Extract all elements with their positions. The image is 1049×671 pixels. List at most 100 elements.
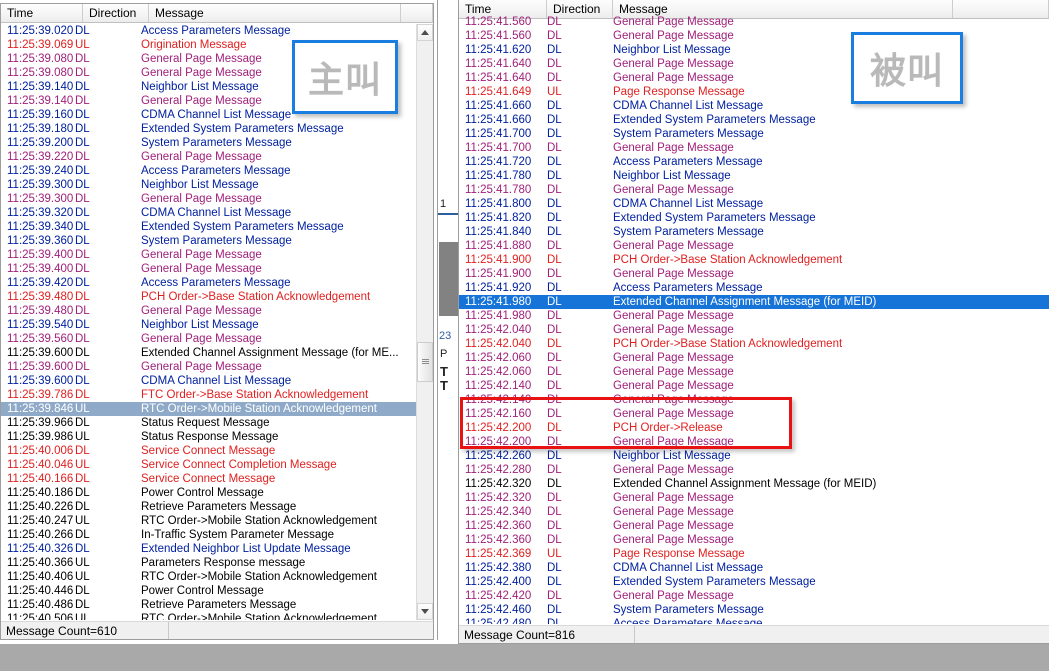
table-row[interactable]: 11:25:41.560 DL General Page Message — [459, 15, 1049, 29]
table-row[interactable]: 11:25:39.480 DL General Page Message — [1, 304, 416, 318]
left-header-direction[interactable]: Direction — [83, 4, 149, 22]
row-direction: DL — [547, 618, 562, 624]
table-row[interactable]: 11:25:40.366 UL Parameters Response messag… — [1, 556, 416, 570]
table-row[interactable]: 11:25:39.986 UL Status Response Message — [1, 430, 416, 444]
table-row[interactable]: 11:25:40.486 DL Retrieve Parameters Messag… — [1, 598, 416, 612]
table-row[interactable]: 11:25:42.360 DL General Page Message — [459, 533, 1049, 547]
table-row[interactable]: 11:25:42.200 DL General Page Message — [459, 435, 1049, 449]
row-direction: DL — [547, 590, 562, 602]
table-row[interactable]: 11:25:41.660 DL Extended System Parameters… — [459, 113, 1049, 127]
row-message: General Page Message — [141, 333, 262, 345]
left-header-time[interactable]: Time — [1, 4, 83, 22]
row-direction: UL — [75, 39, 90, 51]
row-message: Retrieve Parameters Message — [141, 599, 297, 611]
left-header-filler — [401, 4, 433, 22]
table-row[interactable]: 11:25:42.160 DL General Page Message — [459, 407, 1049, 421]
table-row[interactable]: 11:25:42.140 DL General Page Message — [459, 379, 1049, 393]
table-row[interactable]: 11:25:40.186 DL Power Control Message — [1, 486, 416, 500]
table-row[interactable]: 11:25:39.786 DL FTC Order->Base Station Ac… — [1, 388, 416, 402]
table-row[interactable]: 11:25:42.360 DL General Page Message — [459, 519, 1049, 533]
table-row[interactable]: 11:25:39.600 DL Extended Channel Assignmen… — [1, 346, 416, 360]
table-row[interactable]: 11:25:39.600 DL General Page Message — [1, 360, 416, 374]
table-row[interactable]: 11:25:41.700 DL System Parameters Message — [459, 127, 1049, 141]
table-row[interactable]: 11:25:42.040 DL General Page Message — [459, 323, 1049, 337]
table-row[interactable]: 11:25:39.240 DL Access Parameters Message — [1, 164, 416, 178]
row-time: 11:25:39.180 — [7, 123, 74, 135]
table-row[interactable]: 11:25:42.460 DL System Parameters Message — [459, 603, 1049, 617]
table-row[interactable]: 11:25:42.420 DL General Page Message — [459, 589, 1049, 603]
table-row[interactable]: 11:25:42.060 DL General Page Message — [459, 365, 1049, 379]
right-message-rows[interactable]: 11:25:41.560 DL General Page Message 11:25:… — [459, 15, 1049, 624]
table-row[interactable]: 11:25:39.300 DL Neighbor List Message — [1, 178, 416, 192]
table-row[interactable]: 11:25:42.380 DL CDMA Channel List Message — [459, 561, 1049, 575]
table-row[interactable]: 11:25:41.700 DL General Page Message — [459, 141, 1049, 155]
table-row[interactable]: 11:25:40.006 DL Service Connect Message — [1, 444, 416, 458]
table-row[interactable]: 11:25:39.600 DL CDMA Channel List Message — [1, 374, 416, 388]
table-row[interactable]: 11:25:41.720 DL Access Parameters Message — [459, 155, 1049, 169]
table-row[interactable]: 11:25:40.446 DL Power Control Message — [1, 584, 416, 598]
table-row[interactable]: 11:25:39.400 DL General Page Message — [1, 262, 416, 276]
table-row[interactable]: 11:25:41.980 DL Extended Channel Assignmen… — [459, 295, 1049, 309]
table-row[interactable]: 11:25:42.060 DL General Page Message — [459, 351, 1049, 365]
table-row[interactable]: 11:25:42.400 DL Extended System Parameters… — [459, 575, 1049, 589]
row-time: 11:25:41.840 — [465, 226, 532, 238]
row-message: Status Request Message — [141, 417, 270, 429]
table-row[interactable]: 11:25:42.320 DL Extended Channel Assignmen… — [459, 477, 1049, 491]
table-row[interactable]: 11:25:42.040 DL PCH Order->Base Station Ac… — [459, 337, 1049, 351]
table-row[interactable]: 11:25:39.360 DL System Parameters Message — [1, 234, 416, 248]
table-row[interactable]: 11:25:40.046 UL Service Connect Completion… — [1, 458, 416, 472]
table-row[interactable]: 11:25:40.226 DL Retrieve Parameters Messag… — [1, 500, 416, 514]
table-row[interactable]: 11:25:41.780 DL Neighbor List Message — [459, 169, 1049, 183]
table-row[interactable]: 11:25:39.020 DL Access Parameters Message — [1, 24, 416, 38]
left-scroll-up-button[interactable] — [417, 24, 433, 41]
table-row[interactable]: 11:25:40.266 DL In-Traffic System Paramete… — [1, 528, 416, 542]
row-message: PCH Order->Release — [613, 422, 723, 434]
table-row[interactable]: 11:25:39.300 DL General Page Message — [1, 192, 416, 206]
table-row[interactable]: 11:25:40.326 DL Extended Neighbor List Upd… — [1, 542, 416, 556]
row-time: 11:25:39.966 — [7, 417, 74, 429]
table-row[interactable]: 11:25:39.540 DL Neighbor List Message — [1, 318, 416, 332]
left-scrollbar-thumb[interactable] — [417, 342, 433, 382]
table-row[interactable]: 11:25:42.480 DL Access Parameters Message — [459, 617, 1049, 624]
table-row[interactable]: 11:25:39.480 DL PCH Order->Base Station Ac… — [1, 290, 416, 304]
table-row[interactable]: 11:25:39.220 DL General Page Message — [1, 150, 416, 164]
table-row[interactable]: 11:25:42.140 DL General Page Message — [459, 393, 1049, 407]
row-message: Service Connect Completion Message — [141, 459, 337, 471]
table-row[interactable]: 11:25:39.340 DL Extended System Parameters… — [1, 220, 416, 234]
table-row[interactable]: 11:25:39.420 DL Access Parameters Message — [1, 276, 416, 290]
row-message: CDMA Channel List Message — [613, 562, 764, 574]
table-row[interactable]: 11:25:39.846 UL RTC Order->Mobile Station … — [1, 402, 416, 416]
table-row[interactable]: 11:25:41.800 DL CDMA Channel List Message — [459, 197, 1049, 211]
table-row[interactable]: 11:25:40.247 UL RTC Order->Mobile Station … — [1, 514, 416, 528]
row-direction: DL — [75, 137, 90, 149]
table-row[interactable]: 11:25:41.880 DL General Page Message — [459, 239, 1049, 253]
table-row[interactable]: 11:25:42.320 DL General Page Message — [459, 491, 1049, 505]
table-row[interactable]: 11:25:39.200 DL System Parameters Message — [1, 136, 416, 150]
table-row[interactable]: 11:25:41.780 DL General Page Message — [459, 183, 1049, 197]
table-row[interactable]: 11:25:41.900 DL General Page Message — [459, 267, 1049, 281]
table-row[interactable]: 11:25:42.369 UL Page Response Message — [459, 547, 1049, 561]
table-row[interactable]: 11:25:41.820 DL Extended System Parameters… — [459, 211, 1049, 225]
left-header-message[interactable]: Message — [149, 4, 401, 22]
table-row[interactable]: 11:25:42.200 DL PCH Order->Release — [459, 421, 1049, 435]
table-row[interactable]: 11:25:42.280 DL General Page Message — [459, 463, 1049, 477]
table-row[interactable]: 11:25:41.900 DL PCH Order->Base Station Ac… — [459, 253, 1049, 267]
table-row[interactable]: 11:25:40.166 DL Service Connect Message — [1, 472, 416, 486]
table-row[interactable]: 11:25:39.400 DL General Page Message — [1, 248, 416, 262]
table-row[interactable]: 11:25:39.320 DL CDMA Channel List Message — [1, 206, 416, 220]
left-scroll-down-button[interactable] — [417, 603, 433, 620]
table-row[interactable]: 11:25:39.180 DL Extended System Parameters… — [1, 122, 416, 136]
table-row[interactable]: 11:25:41.840 DL System Parameters Message — [459, 225, 1049, 239]
row-direction: DL — [75, 445, 90, 457]
row-time: 11:25:39.080 — [7, 67, 74, 79]
table-row[interactable]: 11:25:39.560 DL General Page Message — [1, 332, 416, 346]
table-row[interactable]: 11:25:41.980 DL General Page Message — [459, 309, 1049, 323]
table-row[interactable]: 11:25:41.920 DL Access Parameters Message — [459, 281, 1049, 295]
left-vertical-scrollbar[interactable] — [416, 24, 433, 620]
row-time: 11:25:39.600 — [7, 361, 74, 373]
table-row[interactable]: 11:25:42.340 DL General Page Message — [459, 505, 1049, 519]
table-row[interactable]: 11:25:39.966 DL Status Request Message — [1, 416, 416, 430]
table-row[interactable]: 11:25:40.506 UL RTC Order->Mobile Station … — [1, 612, 416, 620]
table-row[interactable]: 11:25:40.406 UL RTC Order->Mobile Station … — [1, 570, 416, 584]
table-row[interactable]: 11:25:42.260 DL Neighbor List Message — [459, 449, 1049, 463]
